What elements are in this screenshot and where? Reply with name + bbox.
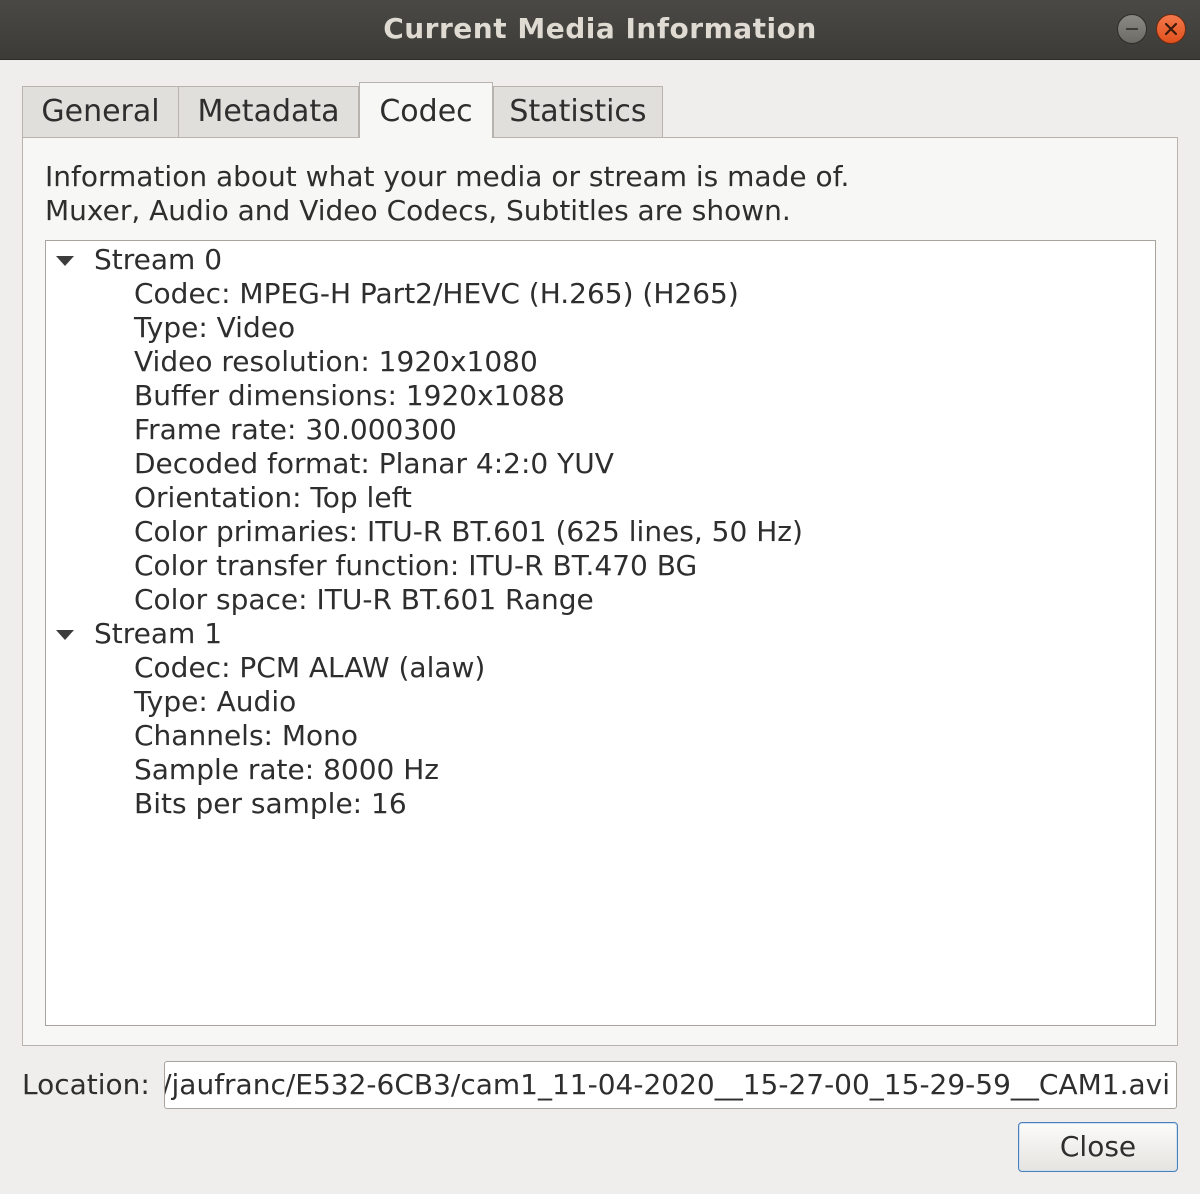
title-bar[interactable]: Current Media Information — [0, 0, 1200, 60]
stream-0-item: Video resolution: 1920x1080 — [134, 345, 538, 378]
location-field[interactable]: dia/jaufranc/E532-6CB3/cam1_11-04-2020__… — [164, 1061, 1177, 1109]
codec-tree[interactable]: Stream 0 Codec: MPEG-H Part2/HEVC (H.265… — [45, 240, 1156, 1026]
stream-0-item: Color primaries: ITU-R BT.601 (625 lines… — [134, 515, 803, 548]
stream-label: Stream 0 — [94, 243, 223, 276]
stream-0-item: Color space: ITU-R BT.601 Range — [134, 583, 594, 616]
codec-description: Information about what your media or str… — [45, 160, 849, 228]
codec-panel: Information about what your media or str… — [22, 137, 1178, 1046]
stream-1-item: Channels: Mono — [134, 719, 359, 752]
description-line-1: Information about what your media or str… — [45, 160, 850, 193]
minimize-button[interactable] — [1117, 14, 1147, 44]
tab-statistics[interactable]: Statistics — [493, 86, 663, 138]
expand-arrow-icon[interactable] — [56, 630, 74, 640]
close-button[interactable]: Close — [1018, 1122, 1178, 1172]
stream-0-item: Codec: MPEG-H Part2/HEVC (H.265) (H265) — [134, 277, 739, 310]
stream-0-item: Decoded format: Planar 4:2:0 YUV — [134, 447, 614, 480]
stream-0-item: Frame rate: 30.000300 — [134, 413, 457, 446]
tab-metadata[interactable]: Metadata — [178, 86, 359, 138]
media-info-dialog: Current Media Information General Metada… — [0, 0, 1200, 1194]
stream-0-item: Orientation: Top left — [134, 481, 412, 514]
expand-arrow-icon[interactable] — [56, 256, 74, 266]
tab-general[interactable]: General — [22, 86, 179, 138]
stream-1-item: Type: Audio — [134, 685, 297, 718]
stream-0-item: Color transfer function: ITU-R BT.470 BG — [134, 549, 698, 582]
close-icon — [1165, 23, 1177, 35]
stream-1-item: Sample rate: 8000 Hz — [134, 753, 440, 786]
tab-codec[interactable]: Codec — [359, 82, 493, 138]
stream-label: Stream 1 — [94, 617, 223, 650]
stream-0-item: Type: Video — [134, 311, 296, 344]
stream-1-item: Bits per sample: 16 — [134, 787, 407, 820]
close-window-button[interactable] — [1156, 14, 1186, 44]
stream-1-item: Codec: PCM ALAW (alaw) — [134, 651, 486, 684]
stream-0-item: Buffer dimensions: 1920x1088 — [134, 379, 565, 412]
location-value: dia/jaufranc/E532-6CB3/cam1_11-04-2020__… — [164, 1068, 1170, 1101]
window-title: Current Media Information — [383, 12, 817, 45]
description-line-2: Muxer, Audio and Video Codecs, Subtitles… — [45, 194, 791, 227]
location-label: Location: — [22, 1068, 150, 1101]
